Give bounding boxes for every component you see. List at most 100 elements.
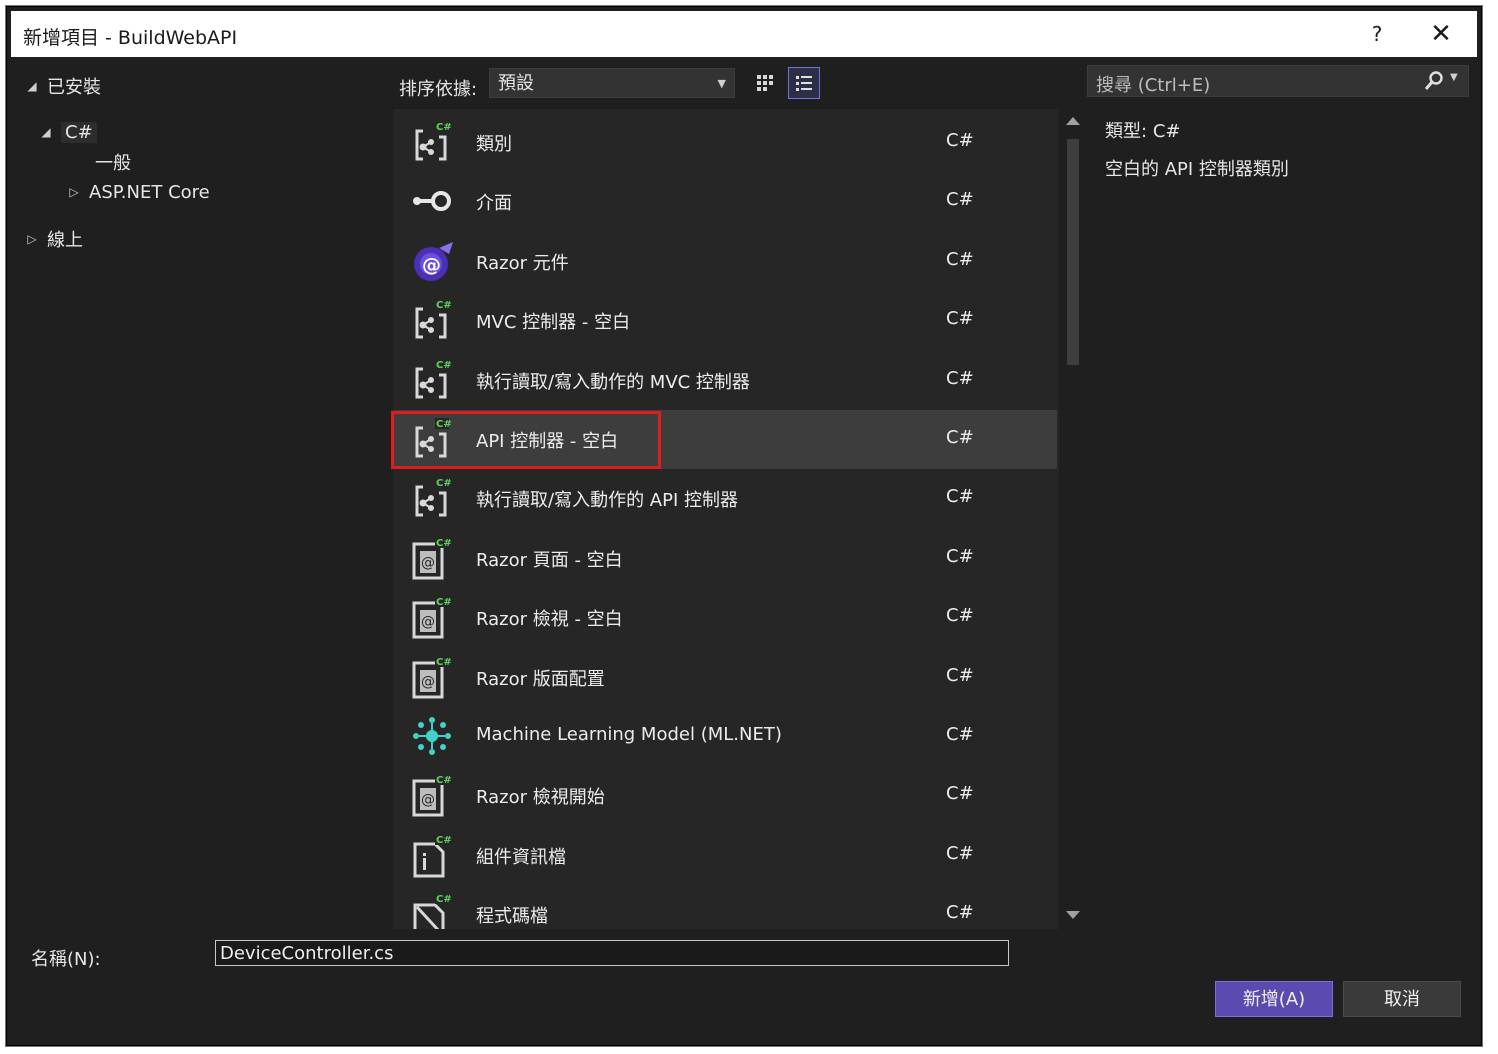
details-description: 空白的 API 控制器類別	[1105, 159, 1289, 180]
template-language: C#	[946, 842, 974, 864]
title-bar: 新增項目 - BuildWebAPI ? ✕	[11, 11, 1477, 57]
sort-toolbar: 排序依據: 預設 ▼	[393, 63, 1073, 107]
add-new-item-dialog: 新增項目 - BuildWebAPI ? ✕ ◢ 已安裝 ◢ C# 一般 ▷ A…	[6, 6, 1482, 1046]
help-button[interactable]: ?	[1363, 20, 1391, 48]
collapsed-arrow-icon[interactable]: ▷	[25, 232, 39, 246]
template-row[interactable]: C# 組件資訊檔 C#	[393, 826, 1057, 885]
tree-node-online-label: 線上	[47, 230, 83, 251]
svg-text:C#: C#	[436, 300, 452, 311]
template-name: Razor 版面配置	[476, 668, 605, 690]
template-name: 類別	[476, 134, 512, 155]
close-button[interactable]: ✕	[1427, 20, 1455, 48]
tree-node-general[interactable]: 一般	[95, 149, 131, 175]
tree-node-general-label: 一般	[95, 153, 131, 174]
collapsed-arrow-icon[interactable]: ▷	[67, 185, 81, 199]
details-panel: 類型: C# 空白的 API 控制器類別	[1105, 117, 1289, 181]
scroll-down-arrow-icon[interactable]	[1066, 911, 1080, 919]
controller-icon: C#	[409, 357, 455, 403]
svg-text:C#: C#	[436, 775, 452, 786]
controller-icon: C#	[409, 475, 455, 521]
tree-node-aspnet-core[interactable]: ▷ ASP.NET Core	[67, 179, 210, 205]
details-type-label: 類型:	[1105, 121, 1148, 142]
svg-text:C#: C#	[436, 122, 452, 133]
blazor-icon: @	[409, 238, 455, 284]
svg-text:@: @	[421, 792, 435, 808]
template-name: 執行讀取/寫入動作的 MVC 控制器	[476, 371, 750, 393]
template-language: C#	[946, 902, 974, 924]
template-row[interactable]: @ C# Razor 檢視 - 空白 C#	[393, 588, 1057, 647]
template-row[interactable]: C# 執行讀取/寫入動作的 API 控制器 C#	[393, 469, 1057, 528]
add-button[interactable]: 新增(A)	[1215, 981, 1333, 1017]
template-list: C# 類別 C# 介面 C# @ Razor 元件 C# C# MVC 控制器 - 空白 C# C# 執…	[393, 109, 1059, 929]
file-name-input[interactable]	[215, 940, 1009, 966]
sort-dropdown[interactable]: 預設 ▼	[489, 68, 735, 98]
svg-text:C#: C#	[436, 894, 452, 905]
search-box[interactable]: 搜尋 (Ctrl+E) ▼	[1087, 65, 1469, 97]
template-name: Machine Learning Model (ML.NET)	[476, 724, 782, 745]
template-row[interactable]: C# 執行讀取/寫入動作的 MVC 控制器 C#	[393, 351, 1057, 410]
template-name: MVC 控制器 - 空白	[476, 312, 631, 334]
name-field-label: 名稱(N):	[31, 949, 101, 970]
template-language: C#	[946, 545, 974, 567]
tree-node-csharp-label: C#	[61, 121, 97, 143]
expanded-arrow-icon[interactable]: ◢	[25, 79, 39, 93]
search-placeholder: 搜尋 (Ctrl+E)	[1096, 75, 1211, 96]
template-row[interactable]: 介面 C#	[393, 172, 1057, 231]
template-language: C#	[946, 783, 974, 805]
tree-node-online[interactable]: ▷ 線上	[25, 226, 83, 252]
template-name: 介面	[476, 193, 512, 215]
search-options-dropdown-icon[interactable]: ▼	[1450, 72, 1458, 83]
template-row[interactable]: C# 程式碼檔 C#	[393, 885, 1057, 929]
interface-icon	[409, 178, 455, 224]
svg-text:C#: C#	[436, 597, 452, 608]
list-view-icon	[796, 76, 812, 91]
template-language: C#	[946, 605, 974, 627]
template-language: C#	[946, 724, 974, 745]
template-language: C#	[946, 248, 974, 270]
svg-text:@: @	[421, 614, 435, 630]
tree-node-csharp[interactable]: ◢ C#	[39, 119, 97, 145]
sort-dropdown-value: 預設	[498, 73, 534, 94]
razor-page-icon: @ C#	[409, 654, 455, 700]
template-name: 程式碼檔	[476, 906, 548, 928]
class-icon: C#	[409, 119, 455, 165]
bottom-panel: 名稱(N): 新增(A) 取消	[11, 929, 1477, 1041]
list-view-button[interactable]	[788, 67, 820, 99]
template-language: C#	[946, 189, 974, 211]
window-title: 新增項目 - BuildWebAPI	[23, 27, 238, 49]
expanded-arrow-icon[interactable]: ◢	[39, 125, 53, 139]
template-row[interactable]: @ C# Razor 檢視開始 C#	[393, 766, 1057, 825]
tree-node-aspnet-core-label: ASP.NET Core	[89, 181, 210, 203]
template-name: Razor 檢視 - 空白	[476, 609, 623, 631]
template-row[interactable]: C# MVC 控制器 - 空白 C#	[393, 291, 1057, 350]
template-row[interactable]: @ Razor 元件 C#	[393, 232, 1057, 291]
scrollbar-thumb[interactable]	[1067, 139, 1079, 365]
template-language: C#	[946, 130, 974, 151]
details-type-value: C#	[1152, 121, 1181, 142]
cancel-button[interactable]: 取消	[1343, 981, 1461, 1017]
search-icon[interactable]	[1422, 69, 1446, 93]
template-row[interactable]: @ C# Razor 版面配置 C#	[393, 648, 1057, 707]
svg-text:@: @	[421, 674, 435, 690]
category-tree: ◢ 已安裝 ◢ C# 一般 ▷ ASP.NET Core ▷ 線上	[11, 57, 389, 929]
template-row[interactable]: @ C# Razor 頁面 - 空白 C#	[393, 529, 1057, 588]
svg-text:@: @	[421, 555, 435, 571]
template-language: C#	[946, 486, 974, 508]
template-name: 組件資訊檔	[476, 846, 566, 868]
grid-view-icon	[757, 75, 773, 91]
svg-text:C#: C#	[436, 478, 452, 489]
tree-node-installed[interactable]: ◢ 已安裝	[25, 73, 101, 99]
scroll-up-arrow-icon[interactable]	[1066, 117, 1080, 125]
template-list-scrollbar[interactable]	[1061, 109, 1085, 929]
template-row[interactable]: Machine Learning Model (ML.NET) C#	[393, 707, 1057, 766]
svg-text:@: @	[422, 254, 441, 276]
mlnet-icon	[409, 713, 455, 759]
code-file-icon: C#	[409, 891, 455, 929]
selection-highlight-box	[391, 411, 661, 469]
svg-text:C#: C#	[436, 360, 452, 371]
grid-view-button[interactable]	[749, 67, 781, 99]
svg-text:C#: C#	[436, 835, 452, 846]
template-language: C#	[946, 308, 974, 330]
template-language: C#	[946, 664, 974, 686]
template-row[interactable]: C# 類別 C#	[393, 113, 1057, 172]
